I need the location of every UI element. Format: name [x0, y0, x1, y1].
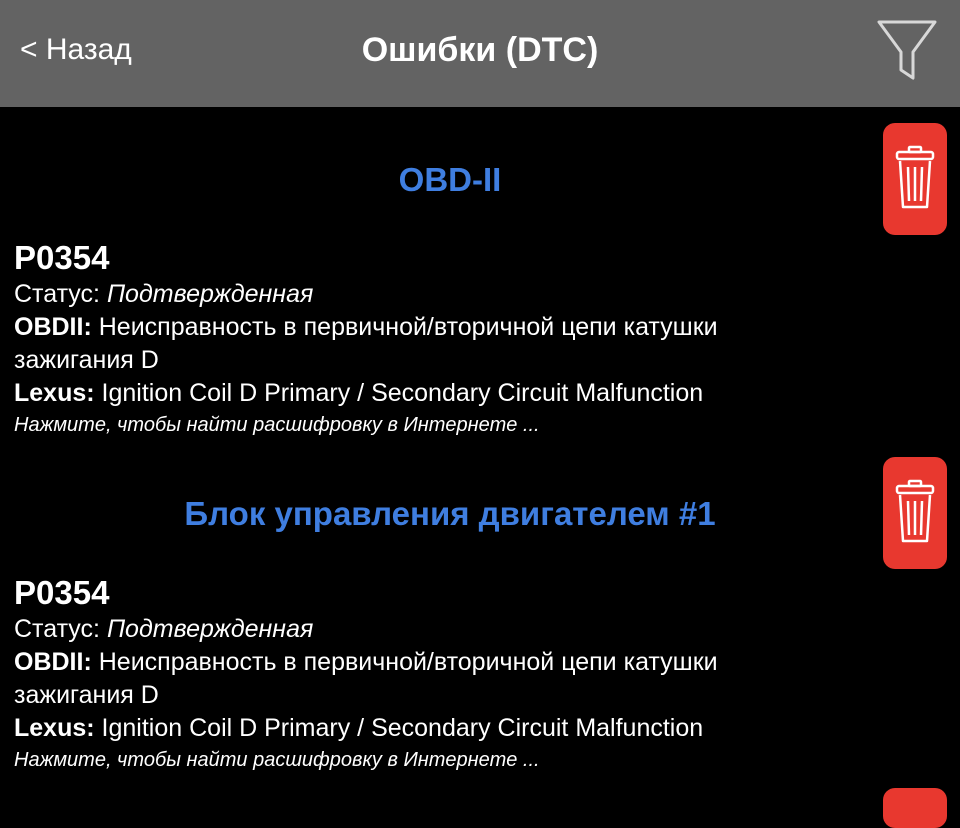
dtc-maker-description: Lexus: Ignition Coil D Primary / Seconda… — [14, 377, 884, 410]
status-label: Статус: — [14, 280, 100, 308]
search-hint-link[interactable]: Нажмите, чтобы найти расшифровку в Интер… — [14, 745, 884, 775]
status-label: Статус: — [14, 615, 100, 643]
search-hint-link[interactable]: Нажмите, чтобы найти расшифровку в Интер… — [14, 410, 884, 440]
dtc-item[interactable]: P0354 Статус: Подтвержденная OBDII: Неис… — [14, 238, 884, 440]
maker-text: Ignition Coil D Primary / Secondary Circ… — [101, 379, 704, 407]
status-value: Подтвержденная — [106, 280, 314, 308]
dtc-status: Статус: Подтвержденная — [14, 613, 884, 646]
delete-button-partial[interactable] — [883, 788, 947, 828]
status-value: Подтвержденная — [106, 615, 314, 643]
trash-icon — [895, 479, 935, 543]
dtc-status: Статус: Подтвержденная — [14, 278, 884, 311]
section-title-obd2: OBD-II — [398, 161, 502, 198]
dtc-code: P0354 — [14, 239, 110, 276]
obd-label: OBDII: — [14, 648, 92, 676]
page-title: Ошибки (DTC) — [361, 31, 599, 69]
section-title-ecu: Блок управления двигателем #1 — [184, 495, 716, 532]
obd-text: Неисправность в первичной/вторичной цепи… — [98, 313, 718, 341]
delete-button-obd2[interactable] — [883, 123, 947, 235]
obd-text: Неисправность в первичной/вторичной цепи… — [98, 648, 718, 676]
dtc-obd-description: OBDII: Неисправность в первичной/вторичн… — [14, 646, 884, 679]
dtc-obd-description-cont: зажигания D — [14, 681, 159, 709]
nav-bar: < Назад Ошибки (DTC) — [0, 0, 960, 107]
maker-label: Lexus: — [14, 714, 95, 742]
maker-text: Ignition Coil D Primary / Secondary Circ… — [101, 714, 704, 742]
dtc-maker-description: Lexus: Ignition Coil D Primary / Seconda… — [14, 712, 884, 745]
delete-button-ecu[interactable] — [883, 457, 947, 569]
trash-icon — [895, 145, 935, 209]
dtc-code: P0354 — [14, 574, 110, 611]
obd-label: OBDII: — [14, 313, 92, 341]
dtc-obd-description: OBDII: Неисправность в первичной/вторичн… — [14, 311, 884, 344]
dtc-obd-description-cont: зажигания D — [14, 346, 159, 374]
filter-funnel-icon — [877, 20, 937, 80]
dtc-item[interactable]: P0354 Статус: Подтвержденная OBDII: Неис… — [14, 573, 884, 775]
maker-label: Lexus: — [14, 379, 95, 407]
filter-button[interactable] — [875, 18, 939, 84]
